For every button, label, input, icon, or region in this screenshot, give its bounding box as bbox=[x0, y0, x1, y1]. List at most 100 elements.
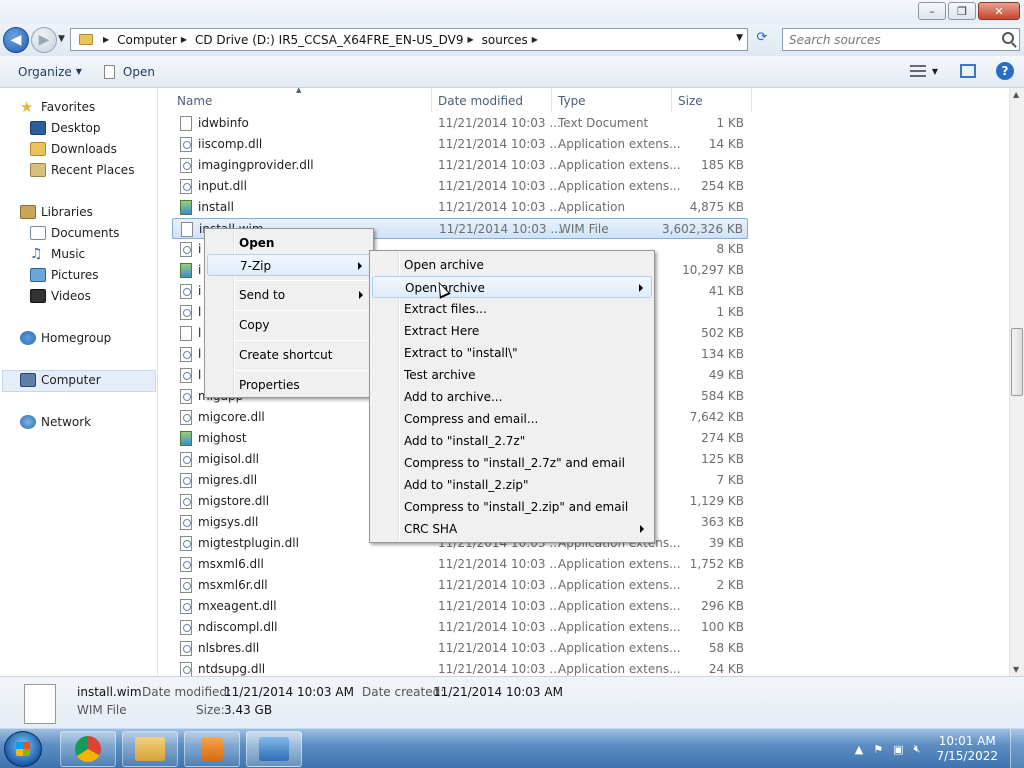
maximize-button[interactable]: ❐ bbox=[948, 2, 976, 20]
column-divider[interactable] bbox=[431, 88, 432, 112]
zip-menu-item-extract-to-install[interactable]: Extract to "install\" bbox=[372, 342, 652, 364]
file-size: 41 KB bbox=[708, 284, 744, 298]
search-icon[interactable] bbox=[1002, 32, 1014, 44]
file-row[interactable]: imagingprovider.dll 11/21/2014 10:03 ... A… bbox=[172, 155, 748, 176]
file-name: migcore.dll bbox=[198, 410, 265, 424]
menu-item-properties[interactable]: Properties bbox=[207, 374, 371, 396]
details-date-modified-label: Date modified: bbox=[142, 685, 232, 699]
taskbar-explorer[interactable] bbox=[122, 731, 178, 767]
nav-music[interactable]: ♫ Music bbox=[30, 247, 85, 261]
zip-menu-item-compress-and-email[interactable]: Compress and email... bbox=[372, 408, 652, 430]
menu-item-send-to[interactable]: Send to bbox=[207, 284, 371, 306]
column-size[interactable]: Size bbox=[678, 94, 703, 108]
nav-desktop[interactable]: Desktop bbox=[30, 121, 101, 135]
nav-recent-places[interactable]: Recent Places bbox=[30, 163, 134, 177]
show-hidden-icons-icon[interactable]: ▲ bbox=[855, 743, 863, 756]
zip-menu-label: Open archive bbox=[404, 258, 484, 272]
column-divider[interactable] bbox=[551, 88, 552, 112]
file-type: Application extens... bbox=[558, 158, 681, 172]
nav-libraries[interactable]: Libraries bbox=[20, 205, 93, 219]
column-divider[interactable] bbox=[671, 88, 672, 112]
show-desktop-button[interactable] bbox=[1010, 729, 1024, 768]
zip-menu-item-extract-files[interactable]: Extract files... bbox=[372, 298, 652, 320]
column-date-modified[interactable]: Date modified bbox=[438, 94, 523, 108]
menu-item-open[interactable]: Open bbox=[207, 232, 371, 254]
scroll-up-arrow-icon[interactable]: ▲ bbox=[1013, 90, 1019, 99]
open-button[interactable]: Open bbox=[103, 64, 155, 79]
column-name[interactable]: Name bbox=[177, 94, 212, 108]
nav-computer[interactable]: Computer bbox=[20, 373, 101, 387]
search-box[interactable] bbox=[782, 28, 1020, 51]
search-input[interactable] bbox=[789, 32, 999, 47]
back-button[interactable]: ◀ bbox=[3, 27, 29, 53]
network-tray-icon[interactable]: ▣ bbox=[893, 743, 903, 756]
file-row[interactable]: mxeagent.dll 11/21/2014 10:03 ... Applicat… bbox=[172, 596, 748, 617]
minimize-button[interactable]: – bbox=[918, 2, 946, 20]
breadcrumb-sources[interactable]: sources ▶ bbox=[482, 33, 546, 47]
nav-homegroup[interactable]: Homegroup bbox=[20, 331, 111, 345]
file-name: msxml6.dll bbox=[198, 557, 264, 571]
file-row[interactable]: iiscomp.dll 11/21/2014 10:03 ... Applicati… bbox=[172, 134, 748, 155]
file-row[interactable]: msxml6r.dll 11/21/2014 10:03 ... Applicati… bbox=[172, 575, 748, 596]
breadcrumb-cd-drive[interactable]: CD Drive (D:) IR5_CCSA_X64FRE_EN-US_DV9 ▶ bbox=[195, 33, 482, 47]
dll-file-icon bbox=[180, 410, 192, 425]
zip-menu-item-add-to-archive[interactable]: Add to archive... bbox=[372, 386, 652, 408]
nav-pictures[interactable]: Pictures bbox=[30, 268, 99, 282]
zip-menu-item-add-to-install-7z[interactable]: Add to "install_2.7z" bbox=[372, 430, 652, 452]
file-size: 49 KB bbox=[708, 368, 744, 382]
start-button[interactable] bbox=[4, 731, 42, 767]
file-name: mighost bbox=[198, 431, 247, 445]
menu-item-7zip[interactable]: 7-Zip bbox=[207, 254, 371, 276]
taskbar-chrome[interactable] bbox=[60, 731, 116, 767]
close-button[interactable]: ✕ bbox=[978, 2, 1020, 20]
file-size: 1 KB bbox=[716, 116, 744, 130]
change-view-icon[interactable] bbox=[909, 65, 926, 77]
refresh-icon[interactable]: ⟳ bbox=[752, 30, 772, 50]
forward-button[interactable]: ▶ bbox=[31, 27, 57, 53]
zip-menu-item-extract-here[interactable]: Extract Here bbox=[372, 320, 652, 342]
file-row[interactable]: nlsbres.dll 11/21/2014 10:03 ... Applicati… bbox=[172, 638, 748, 659]
zip-menu-item-crc-sha[interactable]: CRC SHA bbox=[372, 518, 652, 540]
file-row[interactable]: input.dll 11/21/2014 10:03 ... Application… bbox=[172, 176, 748, 197]
organize-button[interactable]: Organize ▼ bbox=[18, 65, 82, 79]
zip-menu-item-compress-to-7z-and-email[interactable]: Compress to "install_2.7z" and email bbox=[372, 452, 652, 474]
file-row[interactable]: msxml6.dll 11/21/2014 10:03 ... Applicatio… bbox=[172, 554, 748, 575]
flag-icon[interactable]: ⚑ bbox=[873, 743, 883, 756]
column-type[interactable]: Type bbox=[558, 94, 586, 108]
nav-videos[interactable]: Videos bbox=[30, 289, 91, 303]
zip-menu-item-add-to-install-zip[interactable]: Add to "install_2.zip" bbox=[372, 474, 652, 496]
nav-documents[interactable]: Documents bbox=[30, 226, 119, 240]
scroll-down-arrow-icon[interactable]: ▼ bbox=[1013, 665, 1019, 674]
file-row[interactable]: ndiscompl.dll 11/21/2014 10:03 ... Applica… bbox=[172, 617, 748, 638]
menu-item-copy[interactable]: Copy bbox=[207, 314, 371, 336]
menu-item-create-shortcut[interactable]: Create shortcut bbox=[207, 344, 371, 366]
help-icon[interactable]: ? bbox=[996, 62, 1014, 80]
vertical-scrollbar[interactable]: ▲ ▼ bbox=[1009, 88, 1024, 676]
breadcrumb-root-arrow[interactable]: ▶ bbox=[99, 35, 117, 44]
preview-pane-icon[interactable] bbox=[960, 64, 976, 78]
file-size: 274 KB bbox=[701, 431, 744, 445]
file-name: migstore.dll bbox=[198, 494, 270, 508]
file-row[interactable]: install 11/21/2014 10:03 ... Application 4,… bbox=[172, 197, 748, 218]
scroll-thumb[interactable] bbox=[1011, 328, 1023, 396]
volume-muted-icon[interactable]: 🔇︎ bbox=[914, 742, 921, 756]
nav-network[interactable]: Network bbox=[20, 415, 91, 429]
recent-pages-dropdown[interactable]: ▼ bbox=[58, 34, 65, 44]
file-row[interactable]: idwbinfo 11/21/2014 10:03 ... Text Documen… bbox=[172, 113, 748, 134]
dll-file-icon bbox=[180, 473, 192, 488]
nav-favorites[interactable]: ★ Favorites bbox=[20, 100, 95, 115]
address-bar[interactable]: ▶ Computer ▶ CD Drive (D:) IR5_CCSA_X64FR… bbox=[70, 28, 748, 51]
breadcrumb-computer[interactable]: Computer ▶ bbox=[117, 33, 195, 47]
column-divider[interactable] bbox=[751, 88, 752, 112]
zip-menu-item-test-archive[interactable]: Test archive bbox=[372, 364, 652, 386]
zip-menu-item-compress-to-zip-and-email[interactable]: Compress to "install_2.zip" and email bbox=[372, 496, 652, 518]
file-name: i bbox=[198, 242, 202, 256]
nav-downloads[interactable]: Downloads bbox=[30, 142, 117, 156]
view-options-dropdown[interactable]: ▼ bbox=[932, 67, 938, 76]
zip-menu-item-open-archive-submenu[interactable]: Open archive bbox=[372, 276, 652, 298]
taskbar-control-panel[interactable] bbox=[246, 731, 302, 767]
zip-menu-item-open-archive[interactable]: Open archive bbox=[372, 254, 652, 276]
address-dropdown-icon[interactable]: ▼ bbox=[736, 33, 743, 43]
clock[interactable]: 10:01 AM 7/15/2022 bbox=[936, 734, 998, 764]
taskbar-media-player[interactable] bbox=[184, 731, 240, 767]
